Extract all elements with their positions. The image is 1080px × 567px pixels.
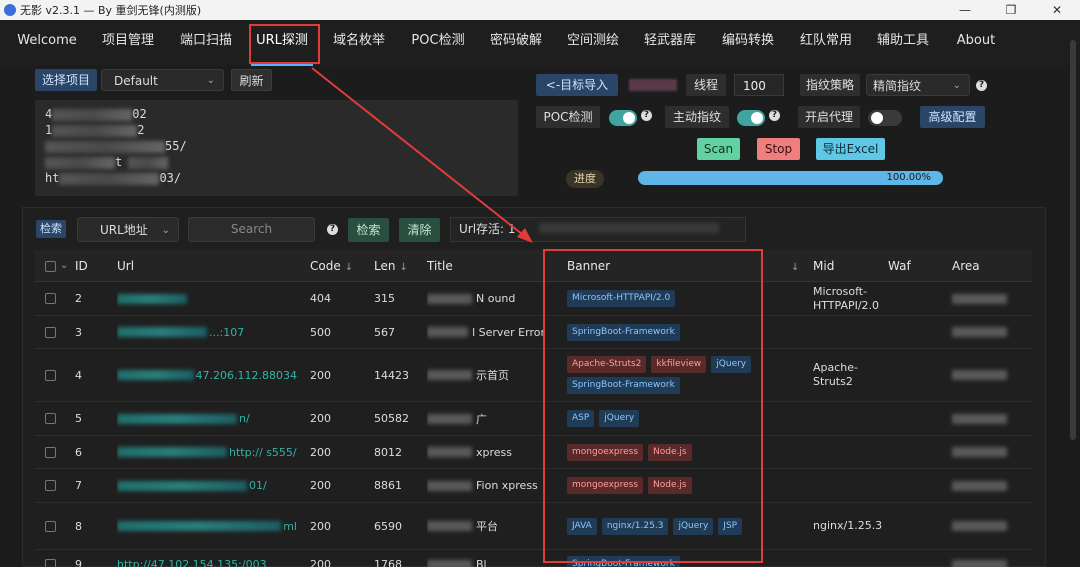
annotation-arrow (311, 67, 533, 243)
scrollbar[interactable] (1070, 40, 1076, 440)
